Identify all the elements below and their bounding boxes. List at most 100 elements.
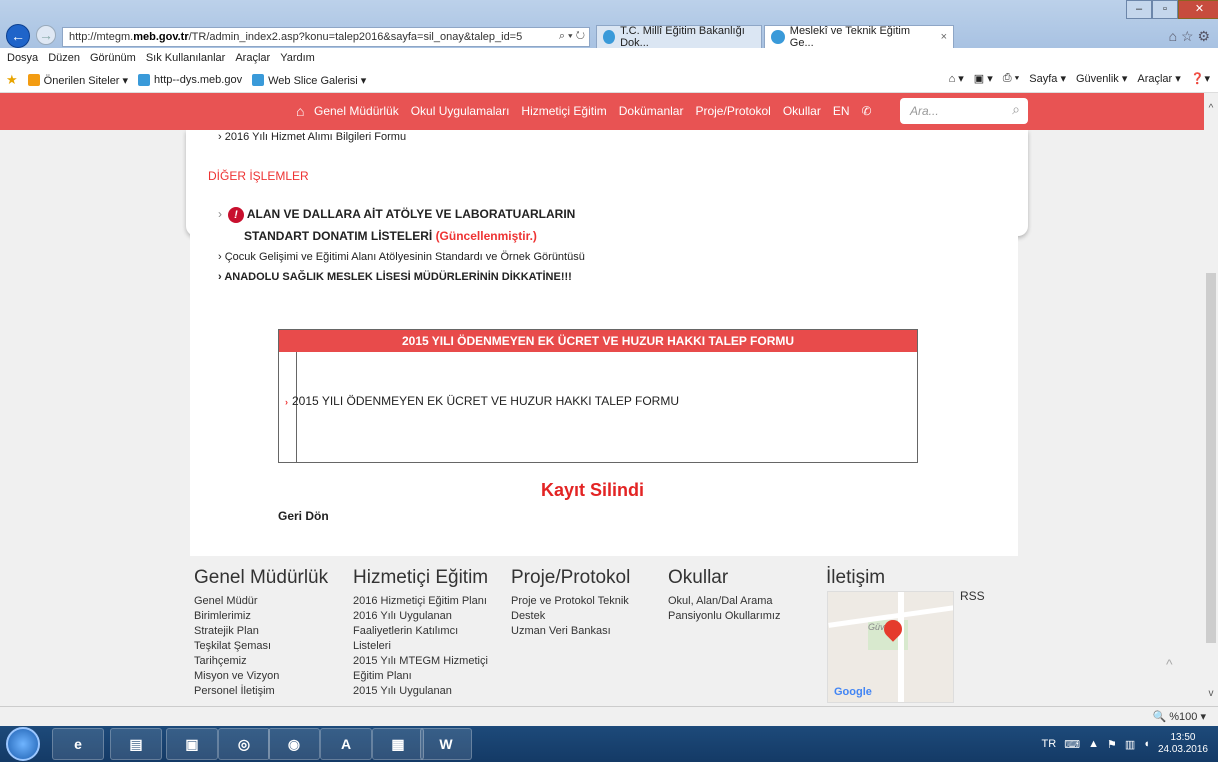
footer-link[interactable]: Pansiyonlu Okullarımız	[668, 609, 781, 624]
list-item-standards-line2[interactable]: STANDART DONATIM LİSTELERİ (Güncellenmiş…	[244, 229, 537, 243]
footer-link[interactable]: 2016 Hizmetiçi Eğitim Planı	[353, 594, 488, 609]
home-icon[interactable]: ⌂	[296, 103, 304, 119]
volume-icon[interactable]: ◖	[1143, 738, 1150, 750]
form-link[interactable]: › 2015 YILI ÖDENMEYEN EK ÜCRET VE HUZUR H…	[285, 394, 679, 408]
firefox-taskbar-icon[interactable]: ◉	[268, 728, 320, 760]
footer-col-iletisim: İletişim	[826, 567, 885, 594]
maximize-button[interactable]: ▫	[1152, 0, 1178, 19]
access-taskbar-icon[interactable]: A	[320, 728, 372, 760]
footer-link[interactable]: Okul, Alan/Dal Arama	[668, 594, 781, 609]
address-domain: meb.gov.tr	[133, 31, 189, 43]
start-button[interactable]	[6, 727, 40, 761]
footer-link[interactable]: Listeleri	[353, 639, 488, 654]
explorer-taskbar-icon[interactable]: ▤	[110, 728, 162, 760]
app-taskbar-icon[interactable]: ▦	[372, 728, 424, 760]
network-icon[interactable]: ▥	[1125, 738, 1135, 751]
footer-link[interactable]: Genel Müdür	[194, 594, 328, 609]
search-refresh-icon[interactable]: ⌕ ▾ ↻	[559, 30, 585, 43]
suggested-sites-icon	[27, 74, 40, 86]
nav-okul-uygulamalari[interactable]: Okul Uygulamaları	[411, 104, 510, 118]
tab-mesleki-teknik[interactable]: Meslekî ve Teknik Eğitim Ge... ×	[764, 25, 954, 49]
top-item-label: 2016 Yılı Hizmet Alımı Bilgileri Formu	[224, 131, 407, 143]
tools-menu[interactable]: Araçlar ▾	[1137, 72, 1180, 85]
media-taskbar-icon[interactable]: ▣	[166, 728, 218, 760]
list-item-child-dev[interactable]: › Çocuk Gelişimi ve Eğitimi Alanı Atölye…	[218, 251, 585, 263]
tab-meb-documents[interactable]: T.C. Millî Eğitim Bakanlığı Dok...	[596, 25, 762, 49]
scroll-down-icon[interactable]: v	[1204, 688, 1218, 702]
footer-link[interactable]: Misyon ve Vizyon	[194, 669, 328, 684]
print-icon[interactable]: ⎙ ▾	[1003, 72, 1019, 85]
language-indicator[interactable]: TR	[1042, 738, 1057, 750]
clock[interactable]: 13:50 24.03.2016	[1158, 732, 1208, 756]
help-icon[interactable]: ❓▾	[1191, 72, 1210, 85]
menu-view[interactable]: Görünüm	[90, 52, 136, 64]
keyboard-icon[interactable]: ⌨	[1064, 738, 1080, 751]
vertical-scrollbar[interactable]: ^ v	[1204, 93, 1218, 706]
menu-favorites[interactable]: Sık Kullanılanlar	[146, 52, 226, 64]
chrome-taskbar-icon[interactable]: ◎	[218, 728, 270, 760]
list-item-standards[interactable]: ›! ALAN VE DALLARA AİT ATÖLYE VE LABORAT…	[218, 207, 575, 223]
tab-label: T.C. Millî Eğitim Bakanlığı Dok...	[620, 25, 745, 49]
address-suffix: /TR/admin_index2.asp?konu=talep2016&sayf…	[188, 31, 523, 43]
menu-edit[interactable]: Düzen	[48, 52, 80, 64]
suggested-sites-link[interactable]: Önerilen Siteler ▾	[27, 74, 129, 87]
footer-link[interactable]: 2016 Yılı Uygulanan	[353, 609, 488, 624]
page-menu[interactable]: Sayfa ▾	[1029, 72, 1066, 85]
home-star-gear-icons[interactable]: ⌂ ☆ ⚙	[1169, 28, 1210, 45]
page-viewport: › 2016 Yılı Hizmet Alımı Bilgileri Formu…	[0, 93, 1204, 706]
nav-hizmetici-egitim[interactable]: Hizmetiçi Eğitim	[521, 104, 606, 118]
list-item-anadolu[interactable]: › ANADOLU SAĞLIK MESLEK LİSESİ MÜDÜRLERİ…	[218, 271, 572, 283]
ie-taskbar-icon[interactable]: e	[52, 728, 104, 760]
footer-link[interactable]: Eğitim Planı	[353, 669, 488, 684]
suggested-sites-label: Önerilen Siteler ▾	[43, 74, 129, 87]
forward-button[interactable]: →	[36, 25, 56, 45]
feeds-icon[interactable]: ▣ ▾	[974, 72, 993, 85]
dys-meb-link[interactable]: http--dys.meb.gov	[138, 74, 242, 86]
top-item-link[interactable]: › 2016 Yılı Hizmet Alımı Bilgileri Formu	[218, 131, 406, 143]
home-icon[interactable]: ⌂ ▾	[949, 72, 964, 85]
scroll-thumb[interactable]	[1206, 273, 1216, 643]
footer-link[interactable]: 2015 Yılı Uygulanan	[353, 684, 488, 699]
menu-bar: Dosya Düzen Görünüm Sık Kullanılanlar Ar…	[0, 48, 1218, 68]
footer-link[interactable]: Destek	[511, 609, 630, 624]
phone-icon[interactable]: ✆	[862, 104, 872, 118]
footer-link[interactable]: Uzman Veri Bankası	[511, 624, 630, 639]
scroll-top-icon[interactable]: ^	[1166, 656, 1173, 672]
footer-link[interactable]: Faaliyetlerin Katılımcı	[353, 624, 488, 639]
nav-dokumanlar[interactable]: Dokümanlar	[619, 104, 684, 118]
footer-link[interactable]: 2015 Yılı MTEGM Hizmetiçi	[353, 654, 488, 669]
rss-link[interactable]: RSS	[960, 589, 985, 603]
back-link[interactable]: Geri Dön	[278, 509, 329, 523]
footer-link[interactable]: Personel İletişim	[194, 684, 328, 699]
flag-icon[interactable]: ⚑	[1107, 738, 1117, 751]
search-icon[interactable]: ⌕	[1012, 101, 1020, 118]
close-window-button[interactable]: ✕	[1178, 0, 1218, 19]
location-map[interactable]: Güv Google	[827, 591, 954, 703]
close-tab-icon[interactable]: ×	[941, 31, 947, 43]
footer-link[interactable]: Tarihçemiz	[194, 654, 328, 669]
word-taskbar-icon[interactable]: W	[420, 728, 472, 760]
minimize-button[interactable]: –	[1126, 0, 1152, 19]
menu-help[interactable]: Yardım	[280, 52, 315, 64]
scroll-up-icon[interactable]: ^	[1204, 103, 1218, 117]
footer-link[interactable]: Birimlerimiz	[194, 609, 328, 624]
menu-tools[interactable]: Araçlar	[235, 52, 270, 64]
nav-en[interactable]: EN	[833, 104, 850, 118]
nav-proje-protokol[interactable]: Proje/Protokol	[695, 104, 770, 118]
favorites-star-icon[interactable]: ★	[6, 72, 18, 88]
footer-link[interactable]: Teşkilat Şeması	[194, 639, 328, 654]
site-search-input[interactable]: Ara... ⌕	[900, 98, 1028, 124]
menu-file[interactable]: Dosya	[7, 52, 38, 64]
command-bar: ⌂ ▾ ▣ ▾ ⎙ ▾ Sayfa ▾ Güvenlik ▾ Araçlar ▾…	[949, 72, 1210, 85]
zoom-level[interactable]: 🔍 %100 ▾	[1153, 710, 1206, 723]
nav-okullar[interactable]: Okullar	[783, 104, 821, 118]
address-bar[interactable]: http://mtegm. meb.gov.tr/TR/admin_index2.…	[62, 27, 590, 47]
footer-link[interactable]: Stratejik Plan	[194, 624, 328, 639]
back-button[interactable]: ←	[6, 24, 30, 48]
dys-meb-label: http--dys.meb.gov	[154, 74, 243, 86]
tray-arrow-icon[interactable]: ▲	[1088, 738, 1099, 750]
web-slice-link[interactable]: Web Slice Galerisi ▾	[252, 74, 366, 87]
footer-link[interactable]: Proje ve Protokol Teknik	[511, 594, 630, 609]
security-menu[interactable]: Güvenlik ▾	[1076, 72, 1127, 85]
nav-genel-mudurluk[interactable]: Genel Müdürlük	[314, 104, 399, 118]
